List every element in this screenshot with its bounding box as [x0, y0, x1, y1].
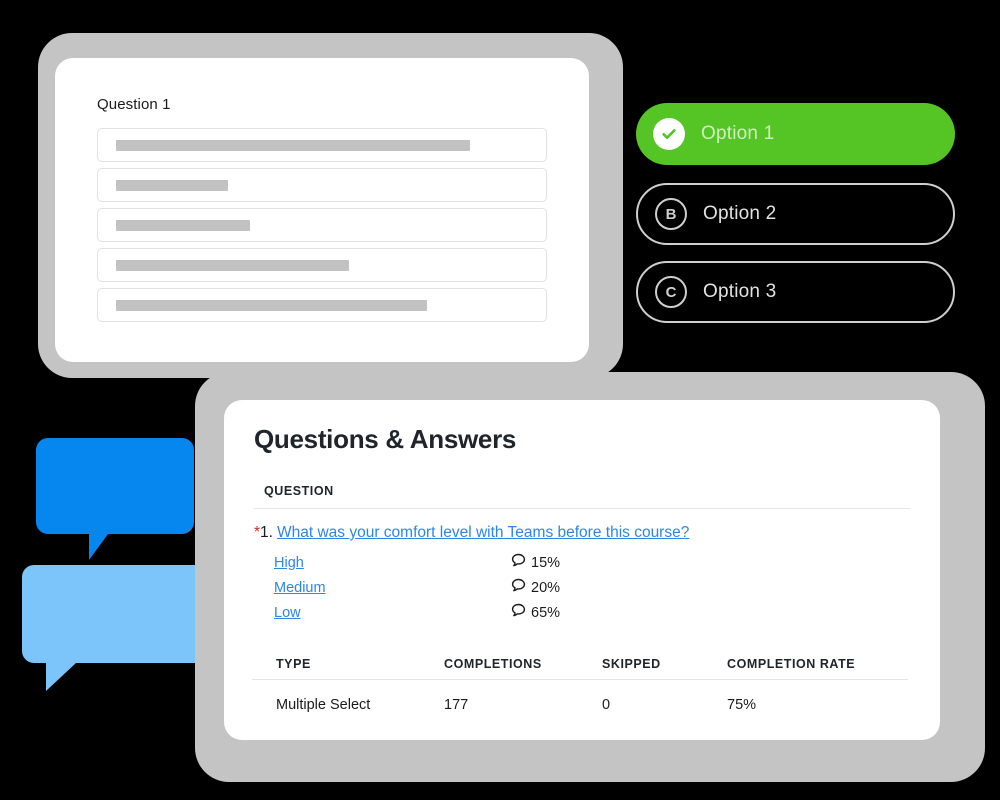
answer-percent: 15% [511, 553, 560, 572]
page-title: Questions & Answers [254, 424, 517, 454]
answer-percent-value: 65% [531, 604, 561, 621]
table-header-skipped: SKIPPED [602, 657, 661, 671]
answer-percent: 20% [511, 578, 560, 597]
placeholder-bar [116, 219, 250, 231]
answer-link[interactable]: Low [274, 605, 511, 621]
table-cell-completion-rate: 75% [727, 697, 757, 713]
placeholder-bar [116, 139, 471, 151]
answer-link[interactable]: Medium [274, 580, 511, 596]
option-label-3: Option 3 [703, 281, 777, 302]
speech-bubble-dark-icon [36, 438, 194, 560]
question-title: Question 1 [97, 96, 171, 113]
option-letter-badge-b: B [655, 198, 687, 230]
placeholder-bar [116, 179, 229, 191]
divider-table [252, 679, 908, 680]
answer-row: High 15% [274, 550, 694, 575]
divider-question [254, 508, 910, 509]
placeholder-bar [116, 299, 428, 311]
results-card: Questions & Answers QUESTION *1. What was… [224, 400, 940, 740]
option-button-2[interactable]: B Option 2 [636, 183, 955, 245]
answer-field[interactable] [97, 288, 547, 322]
answer-row: Low 65% [274, 600, 694, 625]
answer-link[interactable]: High [274, 555, 511, 571]
table-header-completions: COMPLETIONS [444, 657, 542, 671]
question-row: *1. What was your comfort level with Team… [254, 524, 689, 542]
comment-icon [511, 553, 526, 572]
table-cell-skipped: 0 [602, 697, 611, 713]
answer-percent: 65% [511, 603, 560, 622]
screen: Question 1 Option 1 B Option 2 C Option … [0, 0, 1000, 800]
answer-field[interactable] [97, 168, 547, 202]
answer-field-list [97, 128, 547, 328]
option-label-2: Option 2 [703, 203, 777, 224]
question-number: 1. [260, 524, 273, 541]
answer-row: Medium 20% [274, 575, 694, 600]
table-header-type: TYPE [276, 657, 311, 671]
question-link[interactable]: What was your comfort level with Teams b… [277, 524, 689, 541]
table-cell-completions: 177 [444, 697, 469, 713]
answer-field[interactable] [97, 208, 547, 242]
answer-percent-value: 15% [531, 554, 561, 571]
check-icon [653, 118, 685, 150]
survey-card: Question 1 [55, 58, 589, 362]
answer-breakdown-list: High 15% Medium 20% Low 65% [274, 550, 694, 625]
question-column-header: QUESTION [264, 484, 334, 498]
placeholder-bar [116, 259, 350, 271]
answer-percent-value: 20% [531, 579, 561, 596]
option-button-3[interactable]: C Option 3 [636, 261, 955, 323]
comment-icon [511, 578, 526, 597]
comment-icon [511, 603, 526, 622]
option-label-1: Option 1 [701, 123, 775, 144]
table-cell-type: Multiple Select [276, 697, 371, 713]
answer-field[interactable] [97, 248, 547, 282]
table-header-completion-rate: COMPLETION RATE [727, 657, 856, 671]
option-letter-badge-c: C [655, 276, 687, 308]
option-button-1[interactable]: Option 1 [636, 103, 955, 165]
answer-field[interactable] [97, 128, 547, 162]
